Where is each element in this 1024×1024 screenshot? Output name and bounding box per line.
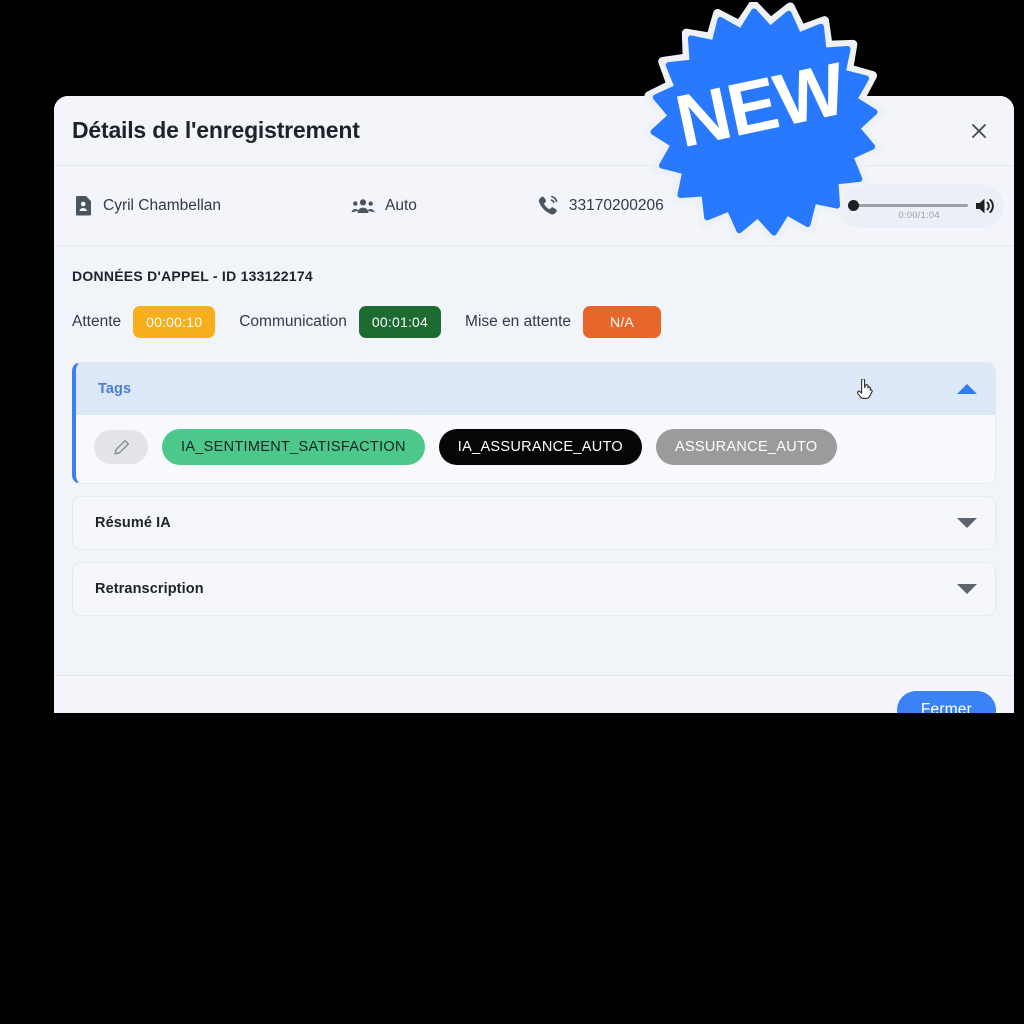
accordion-ai-summary: Résumé IA — [72, 496, 996, 550]
queue-info: Auto — [351, 197, 417, 215]
phone-info: 33170200206 — [537, 195, 664, 216]
modal-header: Détails de l'enregistrement — [54, 96, 1014, 166]
call-data-title: DONNÉES D'APPEL - ID 133122174 — [72, 268, 313, 284]
audio-player[interactable]: 0:00/1:04 — [838, 183, 1004, 228]
accordion-ai-summary-header[interactable]: Résumé IA — [73, 497, 995, 549]
recording-details-modal: Détails de l'enregistrement Cyril Chambe… — [54, 96, 1014, 713]
metric-value-talk: 00:01:04 — [358, 306, 442, 338]
contact-card-icon — [74, 195, 93, 216]
agent-name: Cyril Chambellan — [103, 196, 222, 214]
pencil-icon — [113, 439, 130, 456]
close-modal-button[interactable]: Fermer — [896, 691, 996, 713]
call-metrics: Attente 00:00:10 Communication 00:01:04 … — [72, 306, 996, 338]
phone-ring-icon — [537, 195, 559, 216]
close-button[interactable] — [962, 114, 996, 148]
metric-label-talk: Communication — [239, 313, 347, 330]
accordion-transcription-header[interactable]: Retranscription — [73, 563, 995, 615]
accordion-tags-header[interactable]: Tags — [76, 363, 995, 415]
tag-chip[interactable]: IA_SENTIMENT_SATISFACTION — [162, 429, 425, 465]
chevron-down-icon[interactable] — [957, 584, 977, 594]
chevron-down-icon[interactable] — [957, 518, 977, 528]
audio-track — [848, 204, 968, 207]
page-title: Détails de l'enregistrement — [72, 117, 360, 143]
metric-value-hold: N/A — [583, 306, 662, 338]
close-icon — [969, 121, 989, 141]
phone-number: 33170200206 — [568, 196, 664, 214]
volume-on-icon[interactable] — [974, 196, 996, 216]
accordion-ai-summary-title: Résumé IA — [95, 515, 171, 531]
accordion-tags-title: Tags — [98, 381, 132, 397]
metric-label-wait: Attente — [72, 313, 122, 330]
screen: Détails de l'enregistrement Cyril Chambe… — [0, 0, 1024, 1024]
mouse-cursor-pointer — [857, 378, 875, 401]
call-info-bar: Cyril Chambellan Auto 33170200206 0:00/1… — [54, 166, 1014, 246]
agent-info: Cyril Chambellan — [74, 195, 221, 216]
metric-value-wait: 00:00:10 — [133, 306, 216, 338]
tags-list: IA_SENTIMENT_SATISFACTION IA_ASSURANCE_A… — [76, 415, 995, 483]
group-people-icon — [351, 198, 375, 214]
tag-chip[interactable]: ASSURANCE_AUTO — [655, 429, 837, 465]
modal-body: DONNÉES D'APPEL - ID 133122174 Attente 0… — [54, 246, 1014, 675]
audio-knob[interactable] — [848, 200, 859, 211]
audio-seek-slider[interactable]: 0:00/1:04 — [848, 195, 968, 221]
accordion-tags: Tags IA_SENTIMENT_SATISFACTION IA_ASSURA… — [72, 362, 996, 484]
edit-tags-button[interactable] — [94, 430, 148, 464]
modal-footer: Fermer — [54, 675, 1014, 713]
tag-chip[interactable]: IA_ASSURANCE_AUTO — [438, 429, 642, 465]
accordion-transcription-title: Retranscription — [95, 581, 204, 597]
chevron-up-icon[interactable] — [957, 384, 977, 394]
accordion-transcription: Retranscription — [72, 562, 996, 616]
queue-name: Auto — [385, 196, 417, 214]
audio-time: 0:00/1:04 — [898, 209, 940, 221]
metric-label-hold: Mise en attente — [465, 313, 572, 330]
